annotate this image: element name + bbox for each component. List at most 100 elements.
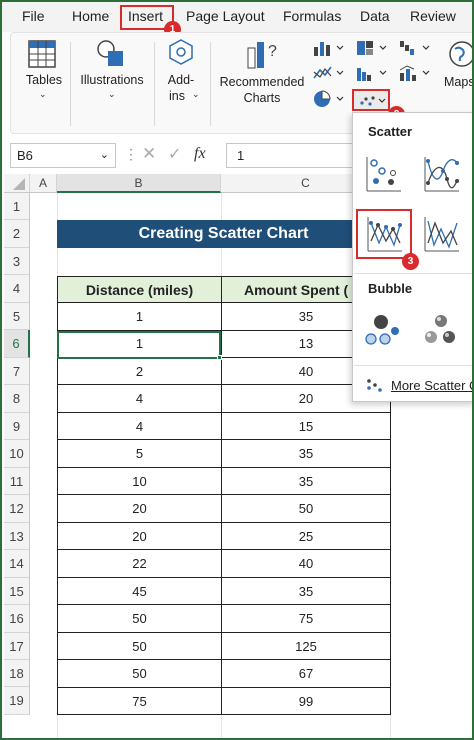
distance-cell[interactable]: 50 bbox=[57, 605, 222, 633]
distance-cell[interactable]: 50 bbox=[57, 660, 222, 688]
row-header[interactable]: 18 bbox=[4, 659, 30, 688]
distance-cell[interactable]: 4 bbox=[57, 412, 222, 441]
row-header[interactable]: 1 bbox=[4, 193, 30, 221]
distance-cell[interactable]: 45 bbox=[57, 577, 222, 606]
row-header[interactable]: 5 bbox=[4, 302, 30, 331]
row-header[interactable]: 3 bbox=[4, 247, 30, 276]
amount-spent-cell[interactable]: 25 bbox=[221, 522, 391, 551]
ribbon-divider bbox=[210, 42, 211, 126]
row-header[interactable]: 16 bbox=[4, 605, 30, 633]
statistic-chart-icon[interactable] bbox=[355, 64, 389, 82]
select-all-icon bbox=[12, 178, 25, 190]
amount-spent-cell[interactable]: 40 bbox=[221, 550, 391, 578]
row-header[interactable]: 15 bbox=[4, 577, 30, 606]
3d-bubble-icon[interactable] bbox=[419, 309, 463, 353]
table-icon bbox=[28, 40, 56, 68]
tab-review[interactable]: Review bbox=[410, 8, 456, 24]
fill-handle[interactable] bbox=[217, 355, 222, 360]
bubble-icon[interactable] bbox=[361, 309, 405, 353]
tab-home[interactable]: Home bbox=[72, 8, 109, 24]
callout-badge-3: 3 bbox=[402, 253, 419, 270]
cancel-icon[interactable]: ✕ bbox=[142, 144, 156, 164]
scatter-chart-button[interactable] bbox=[352, 89, 390, 111]
enter-icon[interactable]: ✓ bbox=[168, 144, 181, 164]
ribbon-divider bbox=[70, 42, 71, 126]
bubble-section-heading: Bubble bbox=[368, 281, 413, 296]
distance-cell[interactable]: 2 bbox=[57, 357, 222, 386]
row-header[interactable]: 14 bbox=[4, 550, 30, 578]
pie-chart-icon[interactable] bbox=[312, 89, 346, 109]
addins-label-line1: Add- bbox=[167, 73, 195, 87]
insert-function-button[interactable]: fx bbox=[194, 145, 206, 163]
more-scatter-charts-link[interactable]: More Scatter Ch bbox=[391, 378, 472, 393]
scatter-straight-lines-icon[interactable] bbox=[419, 213, 463, 257]
scatter-straight-lines-markers-option[interactable] bbox=[356, 209, 412, 259]
active-cell-border bbox=[57, 331, 221, 359]
row-header[interactable]: 9 bbox=[4, 412, 30, 441]
row-header[interactable]: 2 bbox=[4, 220, 30, 248]
ribbon-divider bbox=[154, 42, 155, 126]
amount-spent-cell[interactable]: 15 bbox=[221, 412, 391, 441]
chevron-down-icon: ⌄ bbox=[39, 89, 47, 99]
amount-spent-cell[interactable]: 35 bbox=[221, 577, 391, 606]
waterfall-chart-icon[interactable] bbox=[398, 39, 432, 57]
scatter-straight-lines-markers-icon bbox=[367, 217, 402, 252]
chevron-down-icon[interactable]: ⌄ bbox=[100, 148, 109, 161]
addins-icon bbox=[169, 39, 193, 65]
distance-cell[interactable]: 20 bbox=[57, 495, 222, 523]
addins-label-line2: ins bbox=[169, 89, 185, 103]
amount-spent-cell[interactable]: 75 bbox=[221, 605, 391, 633]
row-header[interactable]: 17 bbox=[4, 632, 30, 660]
row-header[interactable]: 4 bbox=[4, 275, 30, 303]
select-all-corner[interactable] bbox=[4, 174, 30, 193]
distance-cell[interactable]: 20 bbox=[57, 522, 222, 551]
amount-spent-cell[interactable]: 99 bbox=[221, 687, 391, 716]
amount-spent-cell[interactable]: 35 bbox=[221, 467, 391, 496]
amount-spent-cell[interactable]: 125 bbox=[221, 632, 391, 661]
distance-cell[interactable]: 1 bbox=[57, 303, 222, 331]
row-header[interactable]: 7 bbox=[4, 357, 30, 386]
scatter-smooth-lines-markers-icon[interactable] bbox=[419, 153, 463, 197]
dropdown-divider bbox=[354, 273, 472, 274]
column-chart-icon[interactable] bbox=[312, 39, 346, 57]
row-header[interactable]: 12 bbox=[4, 495, 30, 523]
scatter-dropdown-panel: Scatter 3 Bubble More Scatter bbox=[352, 112, 472, 402]
tab-file[interactable]: File bbox=[22, 8, 45, 24]
dropdown-divider bbox=[354, 365, 472, 366]
distance-cell[interactable]: 5 bbox=[57, 440, 222, 468]
name-box[interactable]: B6 ⌄ bbox=[10, 143, 116, 168]
row-header[interactable]: 10 bbox=[4, 440, 30, 468]
column-header-b[interactable]: B bbox=[57, 174, 221, 193]
row-header[interactable]: 13 bbox=[4, 522, 30, 551]
hierarchy-chart-icon[interactable] bbox=[355, 39, 389, 57]
chevron-down-icon: ⌄ bbox=[108, 89, 116, 99]
row-header[interactable]: 6 bbox=[4, 330, 30, 358]
recommended-label-line2: Charts bbox=[243, 91, 281, 105]
recommended-charts-icon: ? bbox=[247, 42, 277, 69]
tab-data[interactable]: Data bbox=[360, 8, 390, 24]
more-options-icon[interactable]: ⋮ bbox=[124, 146, 138, 163]
line-chart-icon[interactable] bbox=[312, 64, 346, 82]
distance-cell[interactable]: 75 bbox=[57, 687, 222, 716]
amount-spent-cell[interactable]: 35 bbox=[221, 440, 391, 468]
tab-page-layout[interactable]: Page Layout bbox=[186, 8, 265, 24]
excel-window: File Home Insert Page Layout Formulas Da… bbox=[0, 0, 474, 740]
distance-cell[interactable]: 22 bbox=[57, 550, 222, 578]
distance-cell[interactable]: 4 bbox=[57, 385, 222, 413]
combo-chart-icon[interactable] bbox=[398, 64, 432, 82]
row-header[interactable]: 11 bbox=[4, 467, 30, 496]
header-distance[interactable]: Distance (miles) bbox=[57, 276, 222, 303]
amount-spent-cell[interactable]: 50 bbox=[221, 495, 391, 523]
sheet-title[interactable]: Creating Scatter Chart bbox=[57, 220, 390, 248]
scatter-chart-icon bbox=[367, 379, 382, 392]
distance-cell[interactable]: 50 bbox=[57, 632, 222, 661]
scatter-markers-only-icon[interactable] bbox=[361, 153, 405, 197]
recommended-label-line1: Recommended bbox=[219, 75, 305, 89]
amount-spent-cell[interactable]: 67 bbox=[221, 660, 391, 688]
column-header-a[interactable]: A bbox=[30, 174, 57, 193]
row-header[interactable]: 8 bbox=[4, 385, 30, 413]
row-header[interactable]: 19 bbox=[4, 687, 30, 715]
distance-cell[interactable]: 10 bbox=[57, 467, 222, 496]
scatter-chart-icon bbox=[360, 96, 386, 106]
tab-formulas[interactable]: Formulas bbox=[283, 8, 341, 24]
